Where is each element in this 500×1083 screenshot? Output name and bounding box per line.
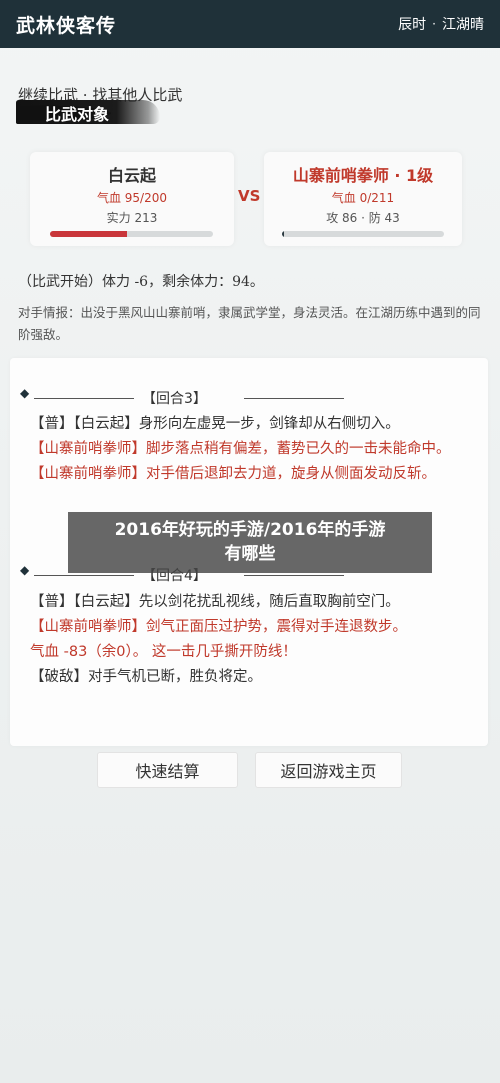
log-entry: 【山寨前哨拳师】剑气正面压过护势，震得对手连退数步。	[30, 619, 407, 635]
divider	[244, 398, 344, 399]
log-entry: 【破敌】对手气机已断，胜负将定。	[30, 669, 262, 685]
log-entry: 【普】【白云起】先以剑花扰乱视线，随后直取胸前空门。	[30, 594, 400, 610]
log-entry: 【山寨前哨拳师】对手借后退卸去力道，旋身从侧面发动反斩。	[30, 466, 436, 482]
round-label: 【回合3】	[142, 391, 207, 407]
player-hp-bar	[50, 231, 213, 237]
round-header: ◆ 【回合3】	[18, 386, 478, 408]
divider	[34, 575, 134, 576]
player-hp: 气血 95/200	[96, 191, 168, 205]
weather-label: 江湖晴	[442, 17, 484, 33]
round-entries: 【普】【白云起】身形向左虚晃一步，剑锋却从右侧切入。 【山寨前哨拳师】脚步落点稍…	[30, 412, 482, 487]
app-header: 武林侠客传 辰时 · 江湖晴	[0, 0, 500, 48]
player-card: 白云起 气血 95/200 实力 213	[30, 152, 234, 246]
return-home-button[interactable]: 返回游戏主页	[255, 752, 402, 788]
player-power: 实力 213	[106, 211, 158, 225]
round-entries: 【普】【白云起】先以剑花扰乱视线，随后直取胸前空门。 【山寨前哨拳师】剑气正面压…	[30, 590, 482, 690]
app-title: 武林侠客传	[16, 14, 117, 37]
log-entry: 【山寨前哨拳师】脚步落点稍有偏差，蓄势已久的一击未能命中。	[30, 441, 451, 457]
enemy-stats: 攻 86 · 防 43	[326, 211, 400, 225]
time-label: 辰时	[398, 17, 427, 33]
diamond-icon: ◆	[20, 563, 30, 577]
enemy-card: 山寨前哨拳师 · 1级 气血 0/211 攻 86 · 防 43	[264, 152, 462, 246]
diamond-icon: ◆	[20, 386, 30, 400]
enemy-hp-bar	[282, 231, 444, 237]
battle-start-text: （比武开始）体力 -6，剩余体力：94。	[18, 274, 264, 290]
player-hp-fill	[50, 231, 128, 237]
overlay-line: 2016年好玩的手游/2016年的手游	[114, 520, 386, 540]
log-entry: 【普】【白云起】身形向左虚晃一步，剑锋却从右侧切入。	[30, 416, 400, 432]
article-title-overlay: 2016年好玩的手游/2016年的手游 有哪些	[68, 512, 432, 573]
opponent-intel: 对手情报：出没于黑风山山寨前哨，隶属武学堂，身法灵活。在江湖历练中遇到的同阶强敌…	[18, 305, 481, 342]
divider	[244, 575, 344, 576]
player-name: 白云起	[107, 166, 156, 185]
section-title: 比武对象	[45, 105, 110, 124]
divider	[34, 398, 134, 399]
enemy-hp-fill	[282, 231, 284, 237]
status-separator: ·	[432, 17, 436, 31]
vs-label: VS	[238, 187, 261, 205]
log-entry: 气血 -83（余0）。 这一击几乎撕开防线！	[30, 644, 297, 660]
status-area: 辰时 · 江湖晴	[398, 14, 484, 34]
quick-settle-button[interactable]: 快速结算	[97, 752, 238, 788]
enemy-hp: 气血 0/211	[331, 191, 395, 205]
overlay-line: 有哪些	[224, 544, 276, 564]
enemy-name: 山寨前哨拳师 · 1级	[292, 166, 434, 185]
